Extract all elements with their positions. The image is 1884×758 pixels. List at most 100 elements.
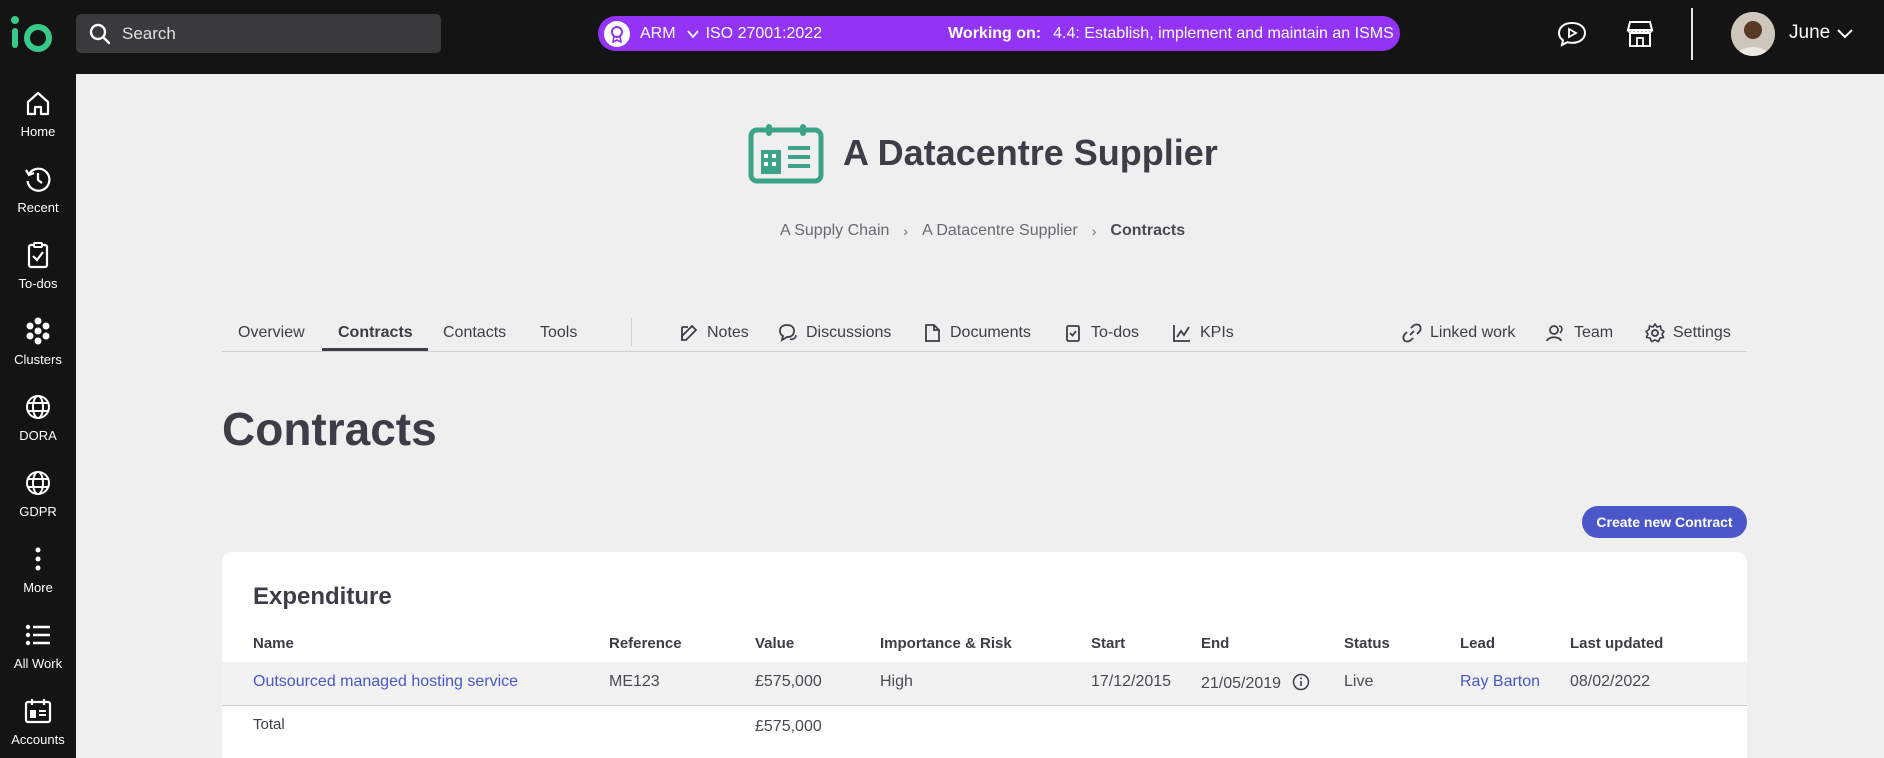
globe-icon — [26, 471, 50, 495]
edit-icon — [681, 324, 698, 341]
contract-importance: High — [880, 673, 913, 690]
tab-overview[interactable]: Overview — [238, 322, 305, 344]
total-value: £575,000 — [755, 718, 822, 735]
team-icon — [1546, 325, 1563, 342]
search-icon — [89, 23, 111, 44]
sidebar-item-home[interactable]: Home — [0, 88, 76, 156]
contract-status: Live — [1344, 673, 1374, 690]
sidebar-item-todos[interactable]: To-dos — [0, 240, 76, 308]
sidebar-item-label: Accounts — [11, 732, 65, 747]
expenditure-card: Expenditure Name Reference Value Importa… — [222, 552, 1747, 758]
card-title: Expenditure — [253, 583, 392, 610]
chat-play-icon[interactable] — [1556, 18, 1588, 50]
contract-value: £575,000 — [755, 673, 822, 690]
working-on-pill[interactable]: ARM ISO 27001:2022 Working on: 4.4: Esta… — [598, 16, 1400, 51]
tab-contacts[interactable]: Contacts — [443, 322, 506, 344]
contract-last-updated: 08/02/2022 — [1570, 673, 1651, 690]
framework-label: ARM — [640, 24, 676, 42]
home-icon — [26, 91, 50, 116]
sidebar-item-label: To-dos — [18, 276, 58, 291]
column-header[interactable]: Start — [1091, 635, 1125, 652]
tab-team[interactable]: Team — [1546, 322, 1613, 344]
contract-end: 21/05/2019 — [1201, 673, 1310, 693]
history-icon — [25, 167, 51, 192]
document-icon — [925, 324, 940, 342]
tab-divider — [631, 318, 632, 346]
list-icon — [25, 624, 50, 646]
sidebar-item-clusters[interactable]: Clusters — [0, 316, 76, 384]
chevron-down-icon[interactable] — [1836, 26, 1854, 40]
standard-label: ISO 27001:2022 — [705, 24, 823, 42]
column-header[interactable]: Value — [755, 635, 794, 652]
gear-icon — [1645, 323, 1665, 343]
sidebar-item-label: Home — [20, 124, 56, 139]
sidebar-item-recent[interactable]: Recent — [0, 164, 76, 232]
tab-notes[interactable]: Notes — [679, 322, 749, 344]
contract-reference: ME123 — [609, 673, 660, 690]
contract-lead-link[interactable]: Ray Barton — [1460, 673, 1540, 691]
discussion-icon — [779, 324, 797, 342]
clipboard-check-icon — [1066, 325, 1080, 342]
line-chart-icon — [1173, 325, 1190, 342]
column-header[interactable]: Importance & Risk — [880, 635, 1012, 652]
tab-discussions[interactable]: Discussions — [778, 322, 891, 344]
create-contract-button[interactable]: Create new Contract — [1582, 506, 1747, 538]
search-input[interactable] — [122, 23, 422, 44]
column-header[interactable]: Last updated — [1570, 635, 1663, 652]
column-header[interactable]: Status — [1344, 635, 1390, 652]
more-vertical-icon — [35, 547, 41, 571]
info-icon[interactable] — [1292, 673, 1310, 691]
contract-end-date: 21/05/2019 — [1201, 675, 1282, 692]
topbar-divider — [1691, 8, 1693, 60]
sidebar-item-more[interactable]: More — [0, 544, 76, 612]
clusters-icon — [26, 317, 50, 345]
contract-start: 17/12/2015 — [1091, 673, 1172, 690]
column-header[interactable]: Name — [253, 635, 294, 652]
sidebar-item-all-work[interactable]: All Work — [0, 620, 76, 688]
tab-kpis[interactable]: KPIs — [1172, 322, 1234, 344]
avatar[interactable] — [1731, 12, 1775, 56]
sidebar-item-accounts[interactable]: Accounts — [0, 696, 76, 758]
sidebar-item-label: More — [23, 580, 53, 595]
column-header[interactable]: Reference — [609, 635, 682, 652]
link-icon — [1402, 323, 1422, 343]
sidebar: Home Recent To-dos Clusters DORA GDPR Mo… — [0, 74, 76, 758]
sidebar-item-gdpr[interactable]: GDPR — [0, 468, 76, 536]
chevron-down-icon[interactable] — [686, 27, 700, 41]
sidebar-item-label: GDPR — [19, 504, 57, 519]
sidebar-item-label: DORA — [19, 428, 57, 443]
total-label: Total — [253, 716, 285, 733]
sidebar-item-label: Clusters — [14, 352, 62, 367]
clipboard-check-icon — [27, 242, 49, 269]
tab-todos[interactable]: To-dos — [1063, 322, 1139, 344]
column-header[interactable]: Lead — [1460, 635, 1495, 652]
current-task[interactable]: 4.4: Establish, implement and maintain a… — [1053, 25, 1394, 43]
section-heading: Contracts — [222, 403, 437, 455]
tab-documents[interactable]: Documents — [922, 322, 1031, 344]
tab-settings[interactable]: Settings — [1645, 322, 1731, 344]
tab-contracts[interactable]: Contracts — [338, 322, 413, 344]
active-tab-indicator — [322, 348, 428, 351]
tab-bar: Overview Contracts Contacts Tools Notes … — [222, 318, 1747, 352]
page-title: A Datacentre Supplier — [843, 132, 1218, 173]
sidebar-item-label: Recent — [17, 200, 59, 215]
globe-icon — [26, 395, 50, 419]
breadcrumb-current: Contracts — [1110, 222, 1186, 239]
user-name[interactable]: June — [1789, 22, 1830, 44]
sidebar-item-dora[interactable]: DORA — [0, 392, 76, 460]
search-box[interactable] — [76, 14, 441, 53]
breadcrumb-link[interactable]: A Datacentre Supplier — [922, 222, 1078, 240]
breadcrumb-link[interactable]: A Supply Chain — [780, 222, 889, 240]
storefront-icon[interactable] — [1624, 18, 1656, 50]
tab-linked-work[interactable]: Linked work — [1402, 322, 1515, 344]
supplier-calendar-icon — [748, 124, 824, 184]
breadcrumb: A Supply Chain › A Datacentre Supplier ›… — [780, 222, 1185, 240]
contract-name-link[interactable]: Outsourced managed hosting service — [253, 673, 518, 691]
io-logo[interactable] — [10, 14, 54, 54]
top-bar: ARM ISO 27001:2022 Working on: 4.4: Esta… — [0, 0, 1884, 74]
chevron-right-icon: › — [903, 223, 909, 239]
working-on-label: Working on: — [948, 24, 1042, 42]
tab-tools[interactable]: Tools — [540, 322, 577, 344]
column-header[interactable]: End — [1201, 635, 1229, 652]
accounts-icon — [24, 699, 52, 724]
